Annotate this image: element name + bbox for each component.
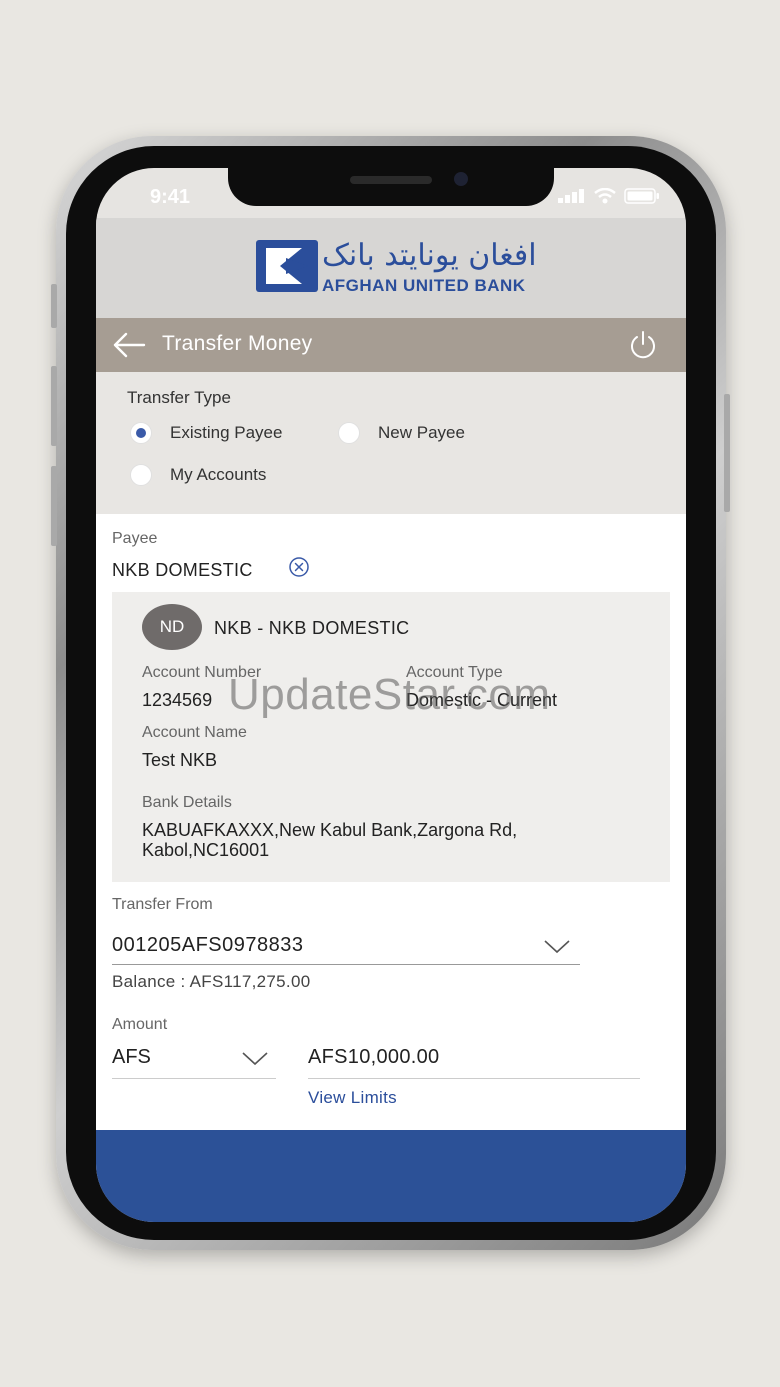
status-time: 9:41: [150, 186, 191, 208]
radio-my-accounts[interactable]: My Accounts: [130, 464, 266, 486]
radio-label: Existing Payee: [170, 423, 283, 442]
power-side-button: [724, 394, 730, 512]
radio-unselected-icon: [130, 464, 152, 486]
radio-selected-icon: [130, 422, 152, 444]
signal-icon: [558, 189, 584, 203]
radio-label: New Payee: [378, 423, 465, 442]
logout-power-icon[interactable]: [628, 330, 658, 360]
wifi-icon: [594, 188, 616, 204]
page-title: Transfer Money: [162, 332, 313, 355]
chevron-down-icon: [242, 1052, 268, 1066]
transfer-form: Payee NKB DOMESTIC ND NKB - NKB DOMESTIC…: [96, 514, 686, 1130]
app-header: Transfer Money: [96, 318, 686, 372]
balance-text: Balance : AFS117,275.00: [112, 972, 311, 991]
radio-label: My Accounts: [170, 465, 267, 484]
currency-dropdown[interactable]: AFS: [112, 1038, 276, 1079]
radio-existing-payee[interactable]: Existing Payee: [130, 422, 282, 444]
chevron-down-icon: [544, 940, 570, 954]
front-camera: [454, 172, 468, 186]
volume-down-button: [51, 466, 57, 546]
bank-logo-icon: [256, 240, 318, 292]
payee-details-card: ND NKB - NKB DOMESTIC Account Number 123…: [112, 592, 670, 882]
payee-card-title: NKB - NKB DOMESTIC: [214, 618, 410, 638]
battery-icon: [624, 188, 659, 204]
silent-switch: [51, 284, 57, 328]
amount-input[interactable]: AFS10,000.00: [308, 1038, 640, 1079]
payee-label: Payee: [112, 530, 158, 547]
watermark: UpdateStar.com: [228, 670, 551, 719]
bank-details-label: Bank Details: [142, 794, 232, 811]
amount-label: Amount: [112, 1016, 168, 1033]
radio-new-payee[interactable]: New Payee: [338, 422, 465, 444]
volume-up-button: [51, 366, 57, 446]
transfer-type-section: Transfer Type Existing Payee New Payee M…: [96, 372, 686, 514]
brand-name: AFGHAN UNITED BANK: [322, 276, 526, 295]
avatar: ND: [142, 604, 202, 650]
brand-banner: افغان یونایتد بانک AFGHAN UNITED BANK: [96, 218, 686, 318]
radio-unselected-icon: [338, 422, 360, 444]
account-name-label: Account Name: [142, 724, 247, 741]
bank-details-line1: KABUAFKAXXX,New Kabul Bank,Zargona Rd,: [142, 820, 518, 840]
amount-value: AFS10,000.00: [308, 1046, 440, 1068]
brand-arabic-name: افغان یونایتد بانک: [322, 238, 537, 273]
transfer-from-dropdown[interactable]: 001205AFS0978833: [112, 926, 580, 965]
notch: [228, 168, 554, 206]
transfer-type-label: Transfer Type: [127, 388, 231, 407]
payee-name: NKB DOMESTIC: [112, 560, 253, 580]
transfer-from-account: 001205AFS0978833: [112, 934, 304, 956]
view-limits-link[interactable]: View Limits: [308, 1088, 397, 1108]
back-arrow-icon[interactable]: [112, 330, 146, 360]
account-number: 1234569: [142, 690, 213, 710]
footer-action-bar: [96, 1130, 686, 1222]
status-icons: [558, 188, 660, 204]
bank-details-line2: Kabol,NC16001: [142, 840, 270, 860]
transfer-from-label: Transfer From: [112, 896, 213, 913]
currency-value: AFS: [112, 1046, 151, 1068]
account-name: Test NKB: [142, 750, 218, 770]
speaker-grille: [350, 176, 432, 184]
clear-payee-icon[interactable]: [288, 556, 310, 578]
